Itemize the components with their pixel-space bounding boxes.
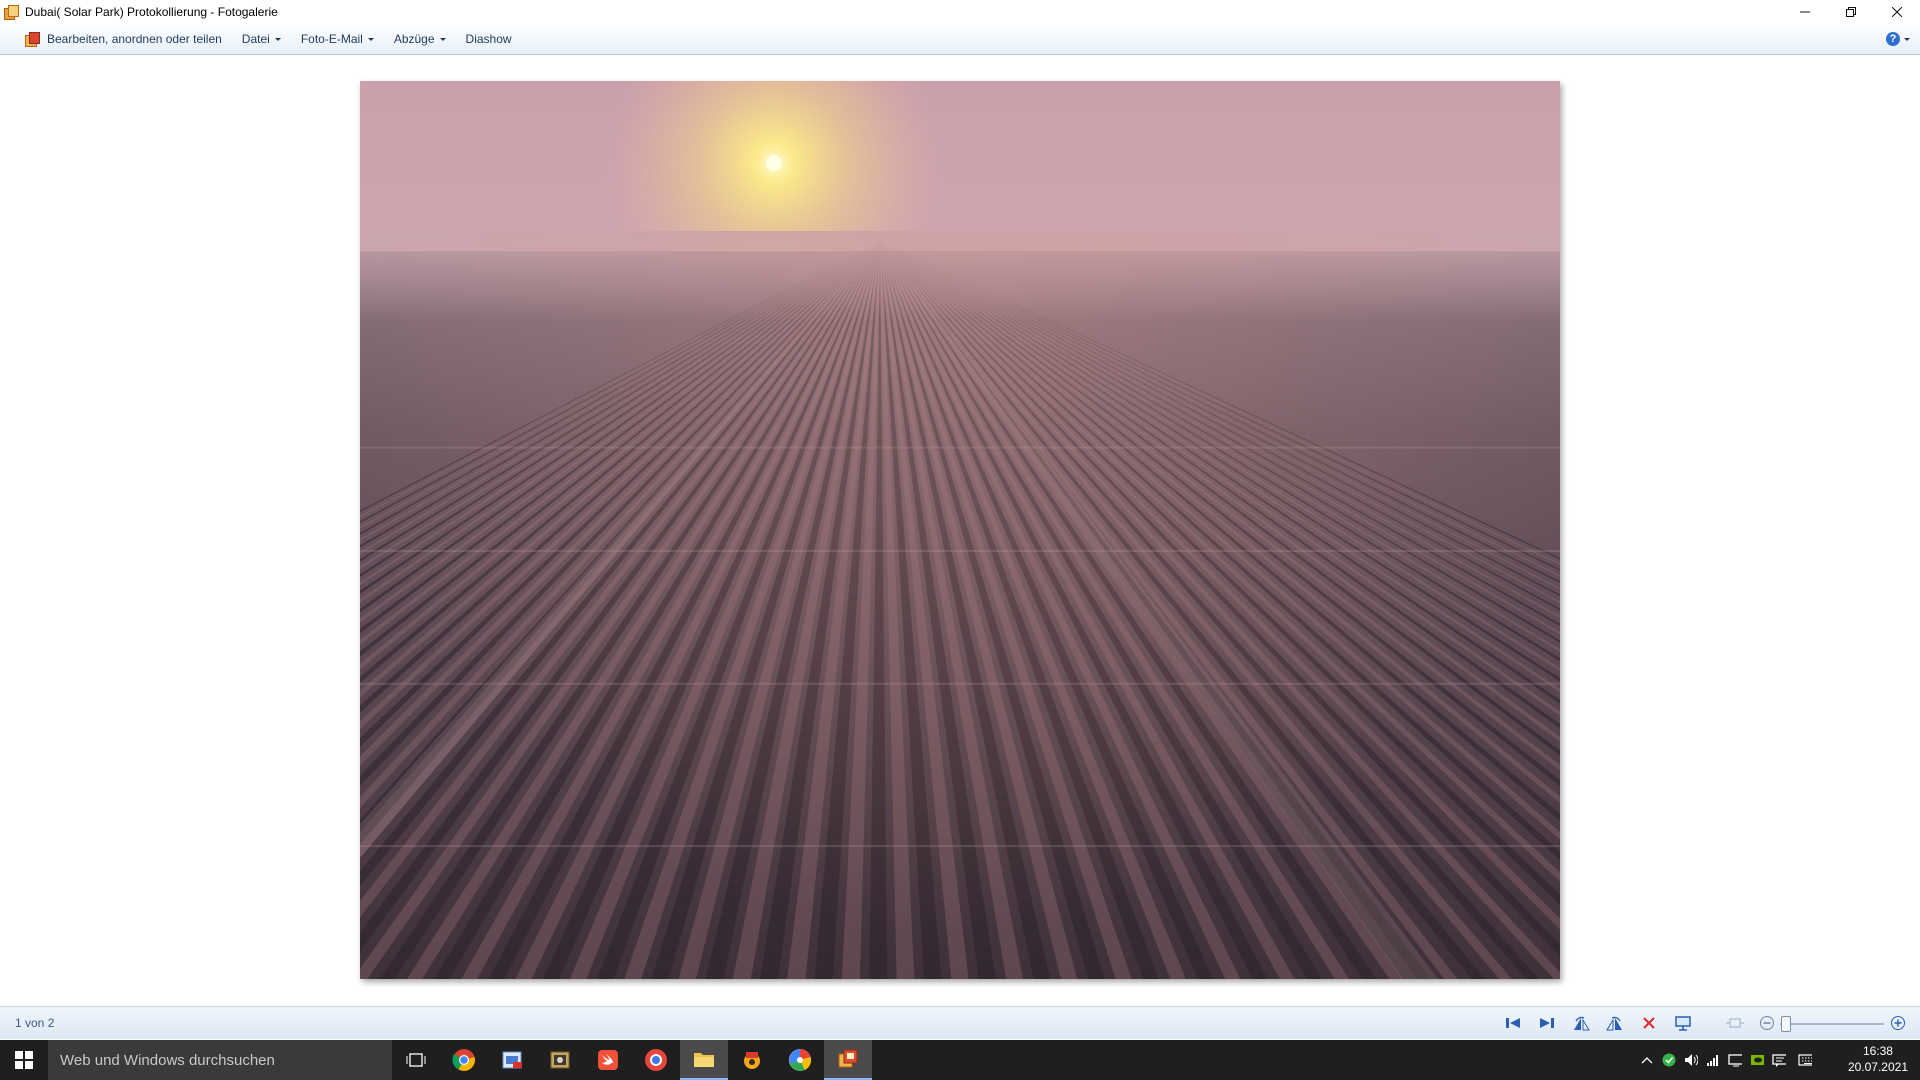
file-menu[interactable]: Datei — [232, 24, 291, 54]
rotate-left-icon — [1574, 1016, 1590, 1031]
nvidia-icon[interactable] — [1750, 1053, 1764, 1067]
menu-label: Datei — [241, 32, 270, 46]
delete-button[interactable] — [1640, 1014, 1658, 1032]
rotate-left-button[interactable] — [1572, 1014, 1590, 1032]
status-bar: 1 von 2 — [0, 1006, 1920, 1039]
taskbar-browser[interactable] — [632, 1040, 680, 1080]
display-icon[interactable] — [1728, 1053, 1742, 1067]
pdf-editor-icon — [502, 1051, 522, 1069]
zoom-in-button[interactable] — [1889, 1014, 1907, 1032]
photo-viewer-icon — [550, 1051, 570, 1069]
delete-icon — [1643, 1017, 1655, 1029]
menu-label: Foto-E-Mail — [300, 32, 363, 46]
window-title: Dubai( Solar Park) Protokollierung - Fot… — [25, 5, 278, 19]
taskbar-swift[interactable] — [584, 1040, 632, 1080]
chevron-up-icon[interactable] — [1640, 1053, 1654, 1067]
zoom-out-icon — [1760, 1016, 1774, 1030]
task-view-icon — [406, 1053, 426, 1067]
slideshow-icon — [1675, 1016, 1691, 1031]
next-button[interactable] — [1538, 1014, 1556, 1032]
help-icon: ? — [1886, 32, 1900, 46]
menu-label: Bearbeiten, anordnen oder teilen — [47, 32, 222, 46]
taskbar-pdf-editor[interactable] — [488, 1040, 536, 1080]
volume-icon[interactable] — [1684, 1053, 1698, 1067]
windows-icon — [15, 1051, 33, 1069]
chevron-down-icon — [274, 37, 281, 41]
photo-viewer[interactable] — [360, 81, 1560, 979]
browser-icon — [645, 1049, 667, 1071]
actual-size-button[interactable] — [1726, 1014, 1744, 1032]
restore-button[interactable] — [1828, 0, 1874, 24]
security-icon[interactable] — [1662, 1053, 1676, 1067]
zoom-in-icon — [1891, 1016, 1905, 1030]
notification-icon[interactable] — [1772, 1053, 1786, 1067]
clock-time: 16:38 — [1862, 1044, 1893, 1058]
taskbar-game[interactable] — [728, 1040, 776, 1080]
slideshow-menu[interactable]: Diashow — [456, 24, 522, 54]
rotate-right-button[interactable] — [1606, 1014, 1624, 1032]
taskbar-photo-gallery[interactable] — [824, 1040, 872, 1080]
actual-size-icon — [1726, 1018, 1744, 1028]
swift-icon — [598, 1050, 618, 1070]
photo-email-menu[interactable]: Foto-E-Mail — [291, 24, 384, 54]
previous-button[interactable] — [1504, 1014, 1522, 1032]
chevron-down-icon — [1904, 37, 1910, 41]
chevron-down-icon — [367, 37, 374, 41]
rotate-right-icon — [1606, 1016, 1622, 1031]
slideshow-button[interactable] — [1674, 1014, 1692, 1032]
title-bar: Dubai( Solar Park) Protokollierung - Fot… — [0, 0, 1920, 24]
prints-menu[interactable]: Abzüge — [384, 24, 456, 54]
taskbar: Web und Windows durchsuchen 16:38 20.07.… — [0, 1040, 1920, 1080]
close-icon — [1892, 7, 1902, 17]
task-view-button[interactable] — [392, 1040, 440, 1080]
photo-gallery-icon — [838, 1049, 858, 1068]
command-bar: Bearbeiten, anordnen oder teilen Datei F… — [0, 24, 1920, 55]
menu-label: Abzüge — [393, 32, 435, 46]
game-icon — [744, 1052, 760, 1069]
previous-icon — [1506, 1018, 1520, 1028]
taskbar-photo-viewer[interactable] — [536, 1040, 584, 1080]
zoom-slider-thumb[interactable] — [1781, 1016, 1791, 1032]
clock-date: 20.07.2021 — [1847, 1060, 1908, 1074]
menu-label: Diashow — [465, 32, 512, 46]
minimize-button[interactable] — [1782, 0, 1828, 24]
taskbar-chrome[interactable] — [440, 1040, 488, 1080]
taskbar-file-explorer[interactable] — [680, 1040, 728, 1080]
photo-gallery-icon — [24, 31, 40, 47]
network-icon[interactable] — [1706, 1053, 1720, 1067]
chrome-icon — [452, 1049, 475, 1071]
picasa-icon — [789, 1049, 811, 1072]
photo-counter: 1 von 2 — [15, 1016, 55, 1030]
close-button[interactable] — [1874, 0, 1920, 24]
restore-icon — [1846, 7, 1856, 17]
solar-park-photo — [360, 81, 1560, 979]
start-button[interactable] — [0, 1040, 48, 1080]
taskbar-clock[interactable]: 16:38 20.07.2021 — [1848, 1043, 1908, 1075]
zoom-slider[interactable] — [1780, 1023, 1884, 1025]
zoom-out-button[interactable] — [1758, 1014, 1776, 1032]
chevron-down-icon — [439, 37, 446, 41]
minimize-icon — [1800, 11, 1810, 13]
edit-organize-share-menu[interactable]: Bearbeiten, anordnen oder teilen — [20, 24, 232, 54]
search-placeholder: Web und Windows durchsuchen — [60, 1051, 275, 1069]
file-explorer-icon — [694, 1053, 714, 1067]
keyboard-icon[interactable] — [1798, 1053, 1812, 1067]
taskbar-search[interactable]: Web und Windows durchsuchen — [48, 1040, 392, 1080]
next-icon — [1540, 1018, 1554, 1028]
photo-gallery-icon — [4, 5, 19, 20]
taskbar-picasa[interactable] — [776, 1040, 824, 1080]
help-button[interactable]: ? — [1886, 24, 1910, 54]
